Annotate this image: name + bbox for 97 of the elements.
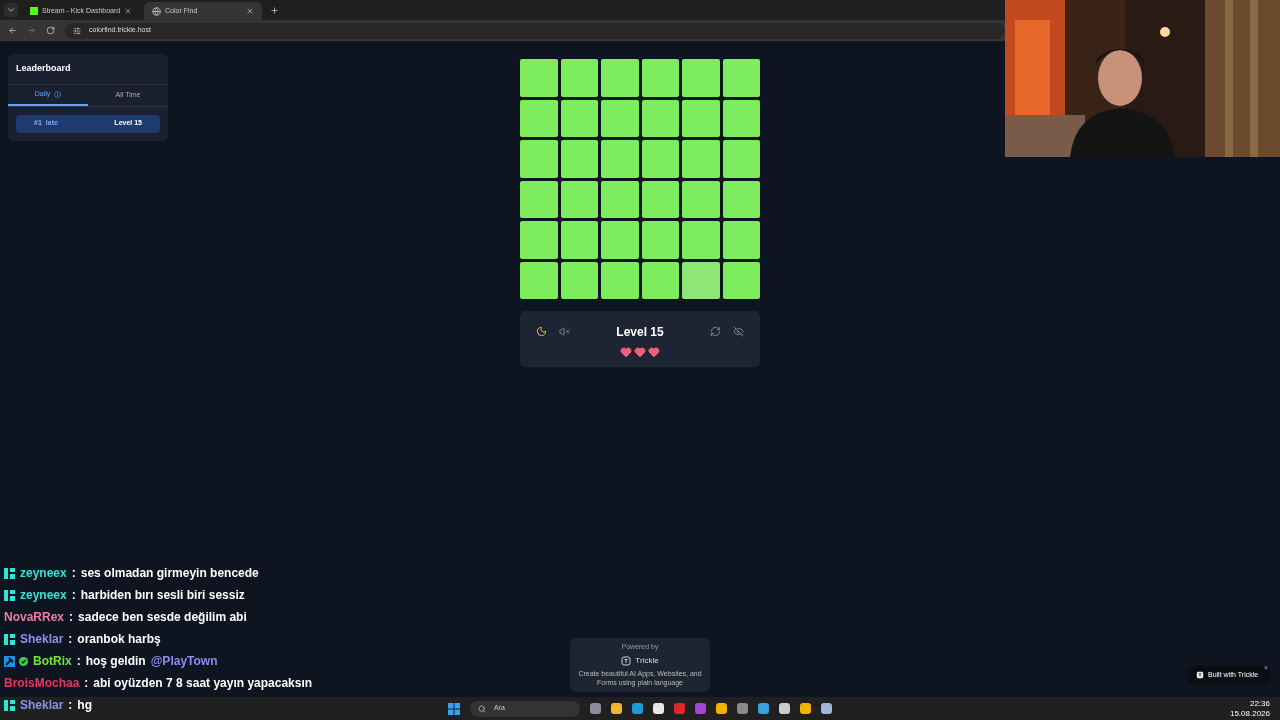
- trickle-logo-icon: [621, 655, 632, 666]
- taskbar-app-icon[interactable]: [716, 703, 727, 714]
- new-tab-icon[interactable]: [270, 6, 279, 15]
- color-tile[interactable]: [641, 180, 679, 218]
- taskbar-app-icon[interactable]: [779, 703, 790, 714]
- taskbar-app-icon[interactable]: [590, 703, 601, 714]
- hammer-icon: [4, 655, 15, 667]
- color-tile[interactable]: [601, 140, 639, 178]
- hide-icon[interactable]: [733, 326, 744, 337]
- badge-icon: [4, 567, 15, 579]
- chat-separator: :: [68, 697, 73, 714]
- chat-message: harbiden bırı sesli biri sessiz: [80, 587, 245, 604]
- color-tile[interactable]: [722, 180, 760, 218]
- chat-separator: :: [71, 587, 76, 604]
- color-tile[interactable]: [641, 99, 679, 137]
- chat-username[interactable]: NovaRRex: [4, 608, 65, 626]
- color-tile[interactable]: [560, 99, 598, 137]
- chat-separator: :: [69, 609, 74, 626]
- color-tile[interactable]: [641, 59, 679, 97]
- color-tile[interactable]: [520, 261, 558, 299]
- back-icon[interactable]: [8, 26, 17, 35]
- chat-separator: :: [76, 653, 81, 670]
- level-label: Level 15: [616, 324, 664, 341]
- color-tile[interactable]: [722, 261, 760, 299]
- close-icon[interactable]: [124, 7, 132, 15]
- badge-icon: [4, 633, 15, 645]
- start-icon[interactable]: [448, 702, 460, 715]
- moon-icon[interactable]: [536, 326, 547, 337]
- color-tile[interactable]: [520, 99, 558, 137]
- taskbar-app-icon[interactable]: [611, 703, 622, 714]
- color-tile[interactable]: [682, 180, 720, 218]
- color-tile[interactable]: [560, 261, 598, 299]
- taskbar-app-icon[interactable]: [737, 703, 748, 714]
- color-tile[interactable]: [601, 261, 639, 299]
- tab-list-icon[interactable]: [4, 3, 18, 17]
- color-tile[interactable]: [520, 180, 558, 218]
- chat-separator: :: [84, 675, 89, 692]
- search-icon: [478, 704, 486, 713]
- verified-icon: [19, 656, 28, 666]
- color-tile[interactable]: [641, 221, 679, 259]
- reload-icon[interactable]: [46, 26, 55, 35]
- taskbar-app-icon[interactable]: [821, 703, 832, 714]
- chat-message: sadece ben sesde değilim abi: [78, 609, 247, 626]
- color-tile[interactable]: [520, 59, 558, 97]
- chat-username[interactable]: zeyneex: [20, 586, 67, 604]
- chat-message: ses olmadan girmeyin bencede: [80, 565, 259, 582]
- info-icon[interactable]: [54, 90, 62, 98]
- color-tile[interactable]: [641, 140, 679, 178]
- taskbar-app-icon[interactable]: [632, 703, 643, 714]
- restart-icon[interactable]: [710, 326, 721, 337]
- badge-icon: [4, 699, 15, 711]
- globe-icon: [152, 6, 161, 16]
- kick-icon: [30, 7, 38, 15]
- chat-message: abi oyüzden 7 8 saat yayın yapacaksın: [93, 675, 313, 692]
- color-tile[interactable]: [682, 261, 720, 299]
- color-tile[interactable]: [722, 99, 760, 137]
- color-tile[interactable]: [560, 140, 598, 178]
- color-tile[interactable]: [682, 140, 720, 178]
- chat-username[interactable]: Sheklar: [20, 630, 64, 648]
- color-tile[interactable]: [560, 180, 598, 218]
- color-tile[interactable]: [682, 59, 720, 97]
- color-tile[interactable]: [601, 59, 639, 97]
- trickle-logo-icon: [1196, 671, 1204, 679]
- trickle-brand: Trickle: [635, 654, 659, 667]
- color-tile[interactable]: [520, 140, 558, 178]
- color-tile[interactable]: [560, 221, 598, 259]
- color-tile[interactable]: [722, 221, 760, 259]
- muted-speaker-icon[interactable]: [559, 326, 570, 337]
- close-icon[interactable]: [246, 7, 254, 15]
- color-tile[interactable]: [722, 59, 760, 97]
- chat-username[interactable]: BroisMochaa: [4, 674, 80, 692]
- taskbar-app-icon[interactable]: [653, 703, 664, 714]
- clock-date: 15.08.2026: [1229, 708, 1270, 719]
- taskbar-app-icon[interactable]: [800, 703, 811, 714]
- chat-message: oranbok harbş: [77, 631, 161, 648]
- badge-icon: [4, 589, 15, 601]
- color-tile[interactable]: [601, 180, 639, 218]
- chat-separator: :: [71, 565, 76, 582]
- color-tile[interactable]: [601, 221, 639, 259]
- clock-time: 22:36: [1249, 698, 1270, 709]
- chat-username[interactable]: BotRix: [33, 652, 72, 670]
- taskbar-app-icon[interactable]: [758, 703, 769, 714]
- color-tile[interactable]: [722, 140, 760, 178]
- color-tile[interactable]: [520, 221, 558, 259]
- chat-username[interactable]: zeyneex: [20, 564, 67, 582]
- site-settings-icon[interactable]: [73, 26, 81, 35]
- mention-link[interactable]: @PlayTown: [150, 652, 218, 670]
- leaderboard-title: Leaderboard: [8, 54, 168, 85]
- chat-separator: :: [68, 631, 73, 648]
- color-tile[interactable]: [641, 261, 679, 299]
- color-tile[interactable]: [682, 99, 720, 137]
- chat-message: hg: [77, 697, 93, 714]
- color-tile[interactable]: [560, 59, 598, 97]
- chat-message: hoş geldin: [85, 653, 146, 670]
- color-tile[interactable]: [601, 99, 639, 137]
- color-tile[interactable]: [682, 221, 720, 259]
- chat-username[interactable]: Sheklar: [20, 696, 64, 714]
